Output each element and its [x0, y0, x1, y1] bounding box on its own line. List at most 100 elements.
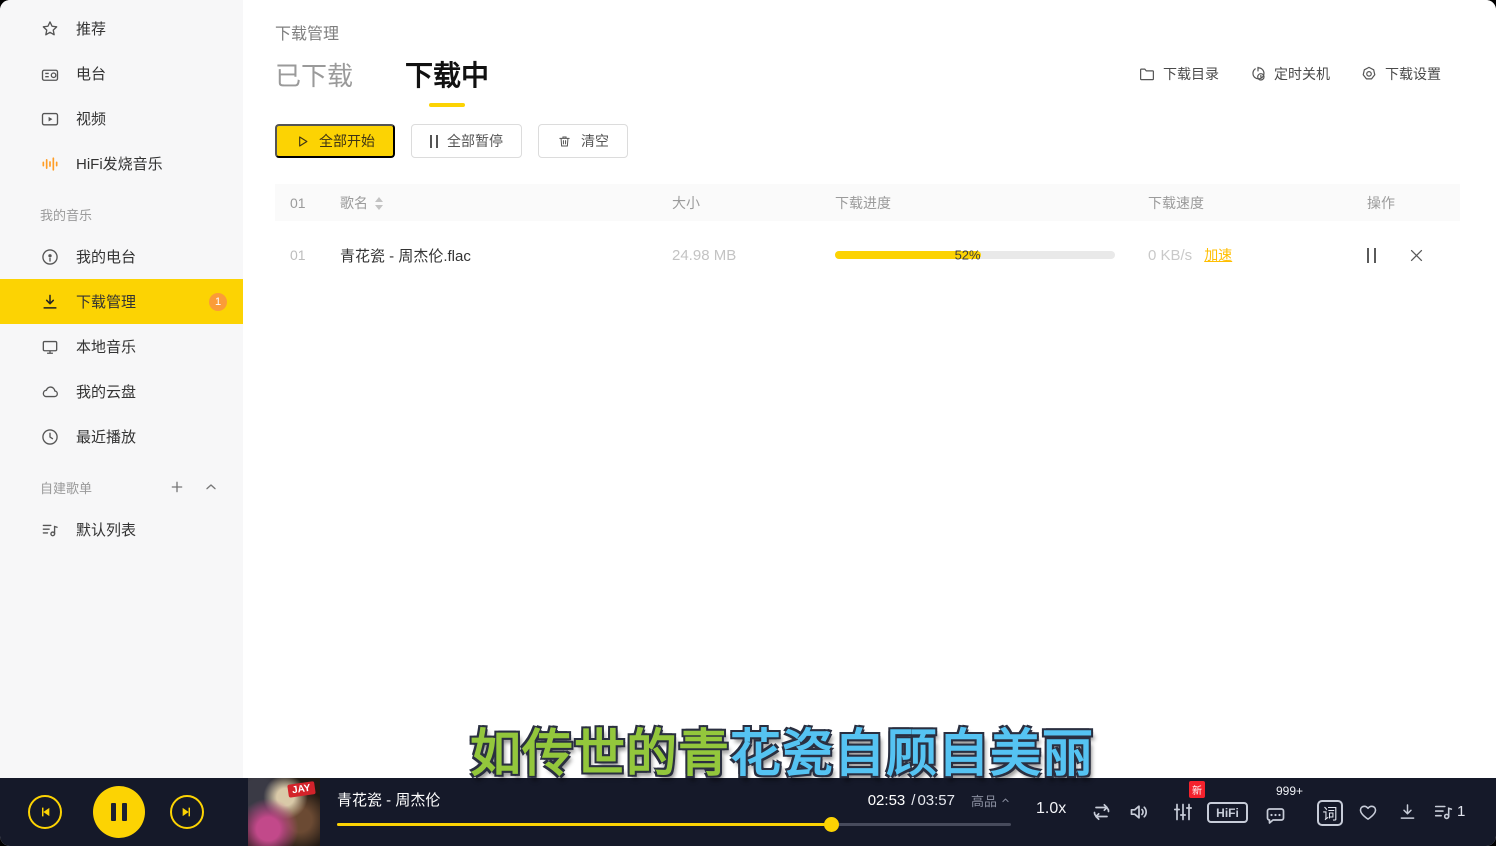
download-song-icon[interactable] — [1397, 801, 1418, 823]
header-index: 01 — [275, 195, 340, 211]
sidebar-section-playlists: 自建歌单 — [0, 467, 243, 507]
comments-icon[interactable] — [1262, 804, 1289, 828]
hifi-mode-button[interactable]: HiFi — [1207, 802, 1248, 823]
row-speed-cell: 0 KB/s 加速 — [1148, 245, 1367, 265]
pause-all-button[interactable]: 全部暂停 — [411, 124, 522, 158]
video-icon — [40, 109, 60, 129]
header-name[interactable]: 歌名 — [340, 193, 672, 213]
section-label-text: 自建歌单 — [40, 478, 92, 497]
timed-shutdown-button[interactable]: 定时关机 — [1249, 64, 1330, 84]
download-directory-button[interactable]: 下载目录 — [1138, 64, 1219, 84]
radio-icon — [40, 64, 60, 84]
favorite-icon[interactable] — [1356, 801, 1380, 823]
trash-icon — [557, 134, 572, 149]
sidebar-item-label: 视频 — [76, 108, 106, 129]
boost-link[interactable]: 加速 — [1204, 245, 1232, 265]
lyrics-toggle-button[interactable]: 词 — [1317, 800, 1343, 826]
sidebar-item-label: 最近播放 — [76, 426, 136, 447]
add-playlist-icon[interactable] — [169, 479, 185, 495]
player-progress-knob[interactable] — [824, 817, 839, 832]
chevron-up-icon — [1001, 796, 1010, 805]
actions-row: 全部开始 全部暂停 清空 — [275, 124, 1496, 158]
tool-label: 下载设置 — [1385, 64, 1441, 84]
clear-button[interactable]: 清空 — [538, 124, 628, 158]
collapse-playlists-icon[interactable] — [203, 479, 219, 495]
repeat-mode-icon[interactable] — [1089, 800, 1114, 824]
download-icon — [40, 292, 60, 312]
row-speed: 0 KB/s — [1148, 247, 1192, 264]
star-icon — [40, 19, 60, 39]
playback-speed-button[interactable]: 1.0x — [1036, 800, 1066, 818]
page-title: 下载管理 — [275, 20, 1496, 44]
sidebar-item-hifi[interactable]: HiFi发烧音乐 — [0, 141, 243, 186]
current-time: 02:53 — [868, 792, 906, 809]
sidebar-item-download-manager[interactable]: 下载管理 1 — [0, 279, 243, 324]
sidebar-item-recommend[interactable]: 推荐 — [0, 6, 243, 51]
sidebar-item-video[interactable]: 视频 — [0, 96, 243, 141]
sidebar-item-local-music[interactable]: 本地音乐 — [0, 324, 243, 369]
row-pause-icon[interactable] — [1367, 248, 1376, 263]
start-all-button[interactable]: 全部开始 — [275, 124, 395, 158]
hifi-wave-icon — [40, 154, 60, 174]
clock-icon — [40, 427, 60, 447]
button-label: 全部开始 — [319, 131, 375, 151]
pause-playback-button[interactable] — [93, 786, 145, 838]
podcast-icon — [40, 247, 60, 267]
tool-label: 定时关机 — [1274, 64, 1330, 84]
next-icon — [179, 804, 195, 820]
folder-icon — [1138, 65, 1156, 83]
sidebar-item-recent-play[interactable]: 最近播放 — [0, 414, 243, 459]
sidebar-item-label: 我的云盘 — [76, 381, 136, 402]
section-label-text: 我的音乐 — [40, 205, 92, 224]
sidebar-item-label: 下载管理 — [76, 291, 136, 312]
row-close-icon[interactable] — [1408, 247, 1425, 264]
comment-count[interactable]: 999+ — [1276, 784, 1303, 798]
player-progress-bar[interactable] — [337, 823, 1011, 826]
volume-icon[interactable] — [1126, 800, 1152, 824]
play-icon — [295, 134, 310, 149]
header-size: 大小 — [672, 193, 835, 213]
row-song-name: 青花瓷 - 周杰伦.flac — [340, 245, 672, 266]
header-speed: 下载速度 — [1148, 193, 1367, 213]
sidebar-item-radio[interactable]: 电台 — [0, 51, 243, 96]
row-index: 01 — [275, 247, 340, 263]
table-row[interactable]: 01 青花瓷 - 周杰伦.flac 24.98 MB 52% 0 KB/s 加速 — [275, 221, 1460, 289]
sidebar-item-default-playlist[interactable]: 默认列表 — [0, 507, 243, 552]
play-queue-icon[interactable] — [1431, 801, 1455, 823]
playlist-icon — [40, 520, 60, 540]
button-label: 清空 — [581, 131, 609, 151]
sidebar-item-cloud-disk[interactable]: 我的云盘 — [0, 369, 243, 414]
sort-icon[interactable] — [375, 197, 383, 210]
tab-downloaded[interactable]: 已下载 — [275, 56, 353, 93]
equalizer-icon[interactable] — [1171, 800, 1195, 824]
sidebar-item-label: 推荐 — [76, 18, 106, 39]
quality-label: 高品 — [971, 791, 997, 810]
download-progress-bar: 52% — [835, 251, 1115, 259]
queue-count: 1 — [1457, 803, 1465, 820]
timer-power-icon — [1249, 65, 1267, 83]
download-manager-page: 下载管理 已下载 下载中 下载目录 定时关机 下载设置 — [243, 0, 1496, 778]
tab-downloading[interactable]: 下载中 — [405, 54, 489, 94]
sidebar-item-label: 电台 — [76, 63, 106, 84]
previous-icon — [37, 804, 53, 820]
sidebar-item-label: HiFi发烧音乐 — [76, 153, 163, 174]
sidebar: 推荐 电台 视频 HiFi发烧音乐 我的音乐 我的电 — [0, 0, 243, 778]
sidebar-item-my-radio[interactable]: 我的电台 — [0, 234, 243, 279]
download-settings-button[interactable]: 下载设置 — [1360, 64, 1441, 84]
row-size: 24.98 MB — [672, 247, 835, 264]
player-progress-fill — [337, 823, 831, 826]
sidebar-item-label: 默认列表 — [76, 519, 136, 540]
download-progress-label: 52% — [955, 248, 981, 263]
next-track-button[interactable] — [170, 795, 204, 829]
row-actions — [1367, 247, 1460, 264]
pause-icon — [430, 135, 438, 148]
now-playing-title: 青花瓷 - 周杰伦 — [337, 789, 440, 810]
header-progress: 下载进度 — [835, 193, 1148, 213]
album-art[interactable]: JAY — [248, 778, 320, 846]
previous-track-button[interactable] — [28, 795, 62, 829]
download-tools: 下载目录 定时关机 下载设置 — [1138, 64, 1441, 84]
player-bar: JAY 青花瓷 - 周杰伦 02:53 / 03:57 高品 1.0x 新 Hi — [0, 778, 1496, 846]
sidebar-section-my-music: 我的音乐 — [0, 194, 243, 234]
pause-icon — [111, 803, 127, 821]
quality-selector[interactable]: 高品 — [971, 791, 1010, 810]
